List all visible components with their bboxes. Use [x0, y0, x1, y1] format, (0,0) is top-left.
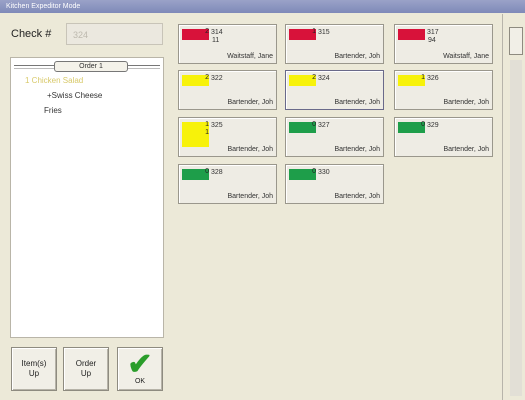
ticket-status-swatch: 0: [289, 121, 316, 133]
ticket-status-swatch: 2: [182, 74, 209, 86]
ticket-317[interactable]: 317 94 Waitstaff, Jane: [394, 24, 493, 64]
ticket-314[interactable]: 2 314 11 Waitstaff, Jane: [178, 24, 277, 64]
order-item-chicken-salad[interactable]: 1 Chicken Salad: [25, 76, 83, 85]
ticket-status-swatch: 1: [289, 28, 316, 40]
ticket-status-swatch: 0: [182, 168, 209, 180]
order-up-label-2: Up: [80, 369, 92, 378]
ticket-server: Bartender, Joh: [227, 193, 273, 200]
ticket-server: Bartender, Joh: [227, 99, 273, 106]
ticket-326[interactable]: 1 326 Bartender, Joh: [394, 70, 493, 110]
ticket-server: Bartender, Joh: [334, 193, 380, 200]
scrollbar-track[interactable]: [510, 60, 522, 396]
ticket-server: Bartender, Joh: [443, 146, 489, 153]
ticket-number: 324: [318, 75, 330, 82]
ok-button[interactable]: ✔ OK: [117, 347, 163, 391]
ticket-server: Bartender, Joh: [334, 146, 380, 153]
ticket-number: 329: [427, 122, 439, 129]
ticket-status-swatch: 0: [289, 168, 316, 180]
ticket-325[interactable]: 1 1 325 Bartender, Joh: [178, 117, 277, 157]
ticket-server: Bartender, Joh: [334, 99, 380, 106]
ticket-322[interactable]: 2 322 Bartender, Joh: [178, 70, 277, 110]
ticket-number: 328: [211, 169, 223, 176]
ticket-sub: 94: [428, 37, 436, 44]
ticket-number: 322: [211, 75, 223, 82]
items-up-label-2: Up: [28, 369, 40, 378]
ticket-number: 330: [318, 169, 330, 176]
ticket-status-swatch: 1 1: [182, 121, 209, 147]
ticket-number: 326: [427, 75, 439, 82]
order-tab[interactable]: Order 1: [54, 61, 128, 72]
ticket-328[interactable]: 0 328 Bartender, Joh: [178, 164, 277, 204]
ticket-329[interactable]: 0 329 Bartender, Joh: [394, 117, 493, 157]
ticket-status-swatch: 0: [398, 121, 425, 133]
order-item-modifier-swiss-cheese[interactable]: +Swiss Cheese: [47, 91, 102, 100]
scroll-up-button[interactable]: [509, 27, 523, 55]
checkmark-icon: ✔: [127, 348, 153, 381]
ticket-server: Bartender, Joh: [227, 146, 273, 153]
ticket-327[interactable]: 0 327 Bartender, Joh: [285, 117, 384, 157]
ticket-status-swatch: 2: [289, 74, 316, 86]
ticket-status-swatch: 1: [398, 74, 425, 86]
ticket-324[interactable]: 2 324 Bartender, Joh: [285, 70, 384, 110]
ticket-number: 325: [211, 122, 223, 129]
ticket-number: 317: [427, 29, 439, 36]
items-up-label-1: Item(s): [21, 359, 47, 368]
ticket-status-swatch: 2: [182, 28, 209, 40]
ticket-330[interactable]: 0 330 Bartender, Joh: [285, 164, 384, 204]
order-item-fries[interactable]: Fries: [44, 106, 62, 115]
items-up-button[interactable]: Item(s) Up: [11, 347, 57, 391]
ticket-server: Bartender, Joh: [443, 99, 489, 106]
order-header: Order 1: [14, 61, 160, 72]
ticket-number: 327: [318, 122, 330, 129]
order-up-label-1: Order: [75, 359, 97, 368]
panel-divider: [502, 14, 503, 400]
order-up-button[interactable]: Order Up: [63, 347, 109, 391]
ticket-server: Waitstaff, Jane: [443, 53, 489, 60]
ticket-315[interactable]: 1 315 Bartender, Joh: [285, 24, 384, 64]
check-number-label: Check #: [11, 28, 52, 40]
ticket-sub: 11: [212, 37, 220, 44]
window-title: Kitchen Expeditor Mode: [0, 0, 525, 13]
ticket-number: 315: [318, 29, 330, 36]
ok-label: OK: [134, 378, 146, 385]
check-number-input[interactable]: 324: [66, 23, 163, 45]
ticket-status-swatch: [398, 29, 425, 40]
order-panel: Order 1 1 Chicken Salad +Swiss Cheese Fr…: [10, 57, 164, 338]
ticket-server: Waitstaff, Jane: [227, 53, 273, 60]
ticket-server: Bartender, Joh: [334, 53, 380, 60]
ticket-number: 314: [211, 29, 223, 36]
